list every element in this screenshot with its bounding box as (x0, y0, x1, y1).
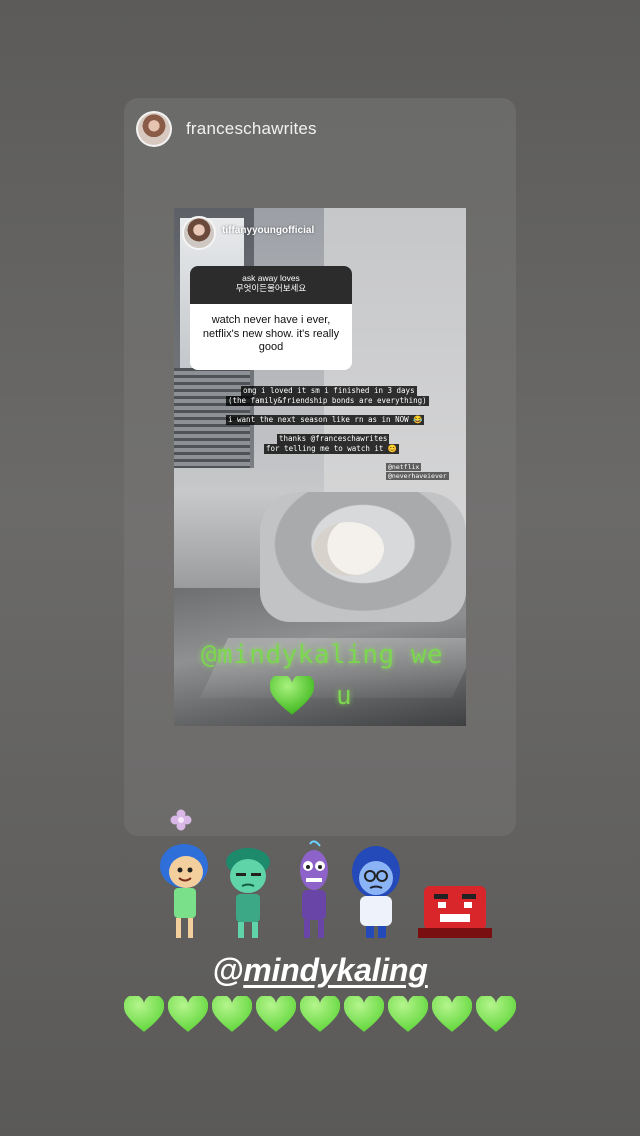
green-heart-icon (432, 996, 472, 1032)
green-heart-icon (344, 996, 384, 1032)
question-sticker: ask away loves 무엇이든물어보세요 watch never hav… (190, 266, 352, 370)
mention-tag: @neverhaveiever (386, 472, 449, 480)
caption-line: (the family&friendship bonds are everyth… (226, 396, 429, 406)
caption-line: i want the next season like rn as in NOW… (226, 415, 425, 425)
fear-sticker (300, 840, 328, 938)
question-prompt: ask away loves 무엇이든물어보세요 (190, 266, 352, 304)
green-heart-icon (168, 996, 208, 1032)
green-heart-icon (212, 996, 252, 1032)
caption-line: thanks @franceschawrites (277, 434, 390, 444)
green-mention-text: @mindykaling we (200, 640, 444, 670)
green-hearts-row (124, 996, 516, 1034)
disgust-sticker (226, 848, 270, 938)
caption-line: omg i loved it sm i finished in 3 days (241, 386, 417, 396)
shared-story-card[interactable]: franceschawrites tiffanyyoungofficial as… (124, 98, 516, 836)
green-heart-icon (270, 676, 314, 715)
shared-username: tiffanyyoungofficial (222, 225, 315, 236)
story-username[interactable]: franceschawrites (186, 119, 317, 139)
avatar[interactable] (136, 111, 172, 147)
joy-sticker (160, 844, 208, 938)
green-heart-icon (476, 996, 516, 1032)
green-suffix-text: u (336, 681, 352, 711)
green-heart-icon (388, 996, 428, 1032)
caption-line: for telling me to watch it 😊 (264, 444, 400, 454)
green-heart-icon (256, 996, 296, 1032)
shared-avatar (182, 216, 216, 250)
mention-tag: @netflix (386, 463, 422, 471)
shared-story-preview[interactable]: tiffanyyoungofficial ask away loves 무엇이든… (174, 208, 466, 726)
dog-photo (314, 522, 384, 576)
sadness-sticker (352, 846, 400, 938)
anger-sticker (418, 886, 492, 938)
inside-out-stickers (156, 840, 502, 946)
avatar-image (138, 113, 170, 145)
green-heart-icon (124, 996, 164, 1032)
story-header[interactable]: franceschawrites (136, 110, 317, 148)
mention-sticker[interactable]: @mindykaling (0, 952, 640, 989)
background-wall (324, 208, 466, 538)
question-answer: watch never have i ever, netflix's new s… (202, 314, 340, 353)
green-heart-line: u (270, 676, 352, 716)
flower-sticker-icon (170, 809, 192, 831)
green-heart-icon (300, 996, 340, 1032)
mention-handle[interactable]: mindykaling (243, 952, 428, 988)
